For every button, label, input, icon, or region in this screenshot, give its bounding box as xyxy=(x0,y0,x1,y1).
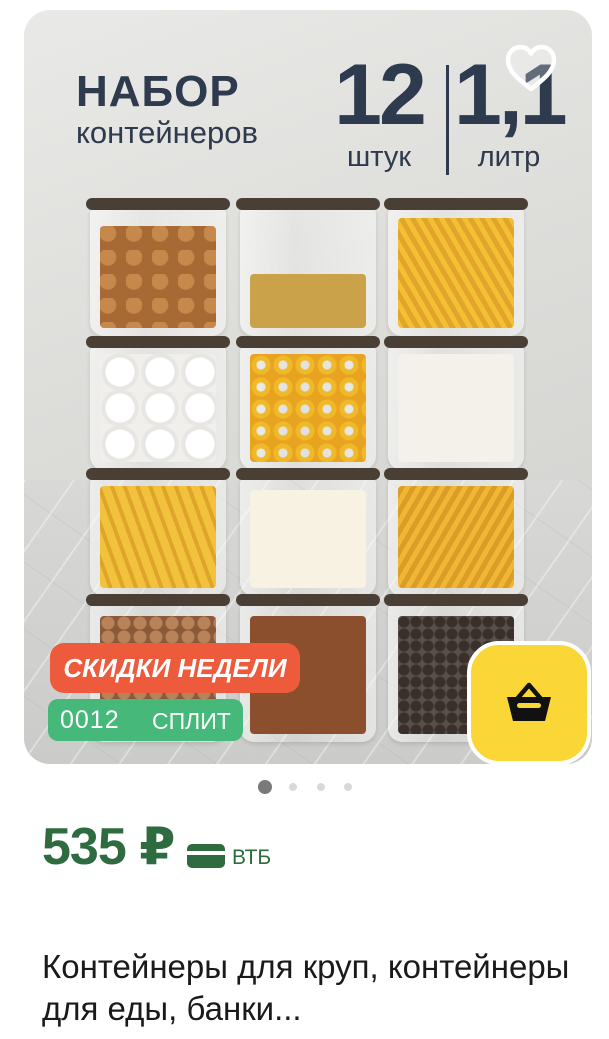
container-bulgur xyxy=(236,198,380,336)
product-price: 535 ₽ xyxy=(42,818,175,876)
container-fill xyxy=(100,486,216,588)
image-headline: НАБОР контейнеров xyxy=(76,70,258,150)
carousel-dot[interactable] xyxy=(344,783,352,791)
heart-icon xyxy=(505,44,557,92)
container-fusilli-2 xyxy=(384,468,528,596)
count-number: 12 xyxy=(334,47,427,143)
container-fill xyxy=(100,226,216,328)
container-lid xyxy=(236,198,380,210)
count-unit: штук xyxy=(346,141,412,173)
carousel-dot[interactable] xyxy=(317,783,325,791)
container-semolina xyxy=(236,468,380,596)
favorite-button[interactable] xyxy=(498,36,564,102)
container-fill xyxy=(250,354,366,462)
container-lid xyxy=(236,336,380,348)
split-label: СПЛИТ xyxy=(152,708,231,734)
container-lid xyxy=(384,468,528,480)
divider-line xyxy=(446,65,449,175)
basket-icon xyxy=(507,682,551,721)
container-fill xyxy=(100,354,216,462)
container-rice xyxy=(384,336,528,470)
container-lid xyxy=(86,336,230,348)
container-lid xyxy=(86,468,230,480)
volume-unit: литр xyxy=(477,141,541,173)
container-lid xyxy=(86,198,230,210)
sale-badge: СКИДКИ НЕДЕЛИ xyxy=(50,643,300,693)
headline-title: НАБОР xyxy=(76,67,240,116)
container-fill xyxy=(398,218,514,328)
container-macaroni xyxy=(236,336,380,470)
container-penne xyxy=(86,468,230,596)
container-meringue xyxy=(86,336,230,470)
container-lid xyxy=(384,336,528,348)
product-title[interactable]: Контейнеры для круп, контейнеры для еды,… xyxy=(42,946,582,1030)
container-fill xyxy=(250,490,366,588)
container-lid xyxy=(86,594,230,606)
container-crackers xyxy=(86,198,230,336)
carousel-dot-active[interactable] xyxy=(258,780,272,794)
bank-card-icon xyxy=(187,844,225,868)
count-block: 12 штук xyxy=(324,52,434,172)
container-lid xyxy=(236,594,380,606)
split-badge: 0012 СПЛИТ xyxy=(48,699,243,741)
split-coins: 0012 xyxy=(60,706,120,734)
container-fill xyxy=(250,274,366,328)
container-fill xyxy=(398,486,514,588)
container-lid xyxy=(384,198,528,210)
carousel-dot[interactable] xyxy=(289,783,297,791)
container-lid xyxy=(236,468,380,480)
add-to-cart-button[interactable] xyxy=(467,641,591,765)
container-fill xyxy=(398,354,514,462)
headline-subtitle: контейнеров xyxy=(76,115,258,150)
bank-name: ВТБ xyxy=(232,846,272,869)
container-fusilli xyxy=(384,198,528,336)
container-lid xyxy=(384,594,528,606)
